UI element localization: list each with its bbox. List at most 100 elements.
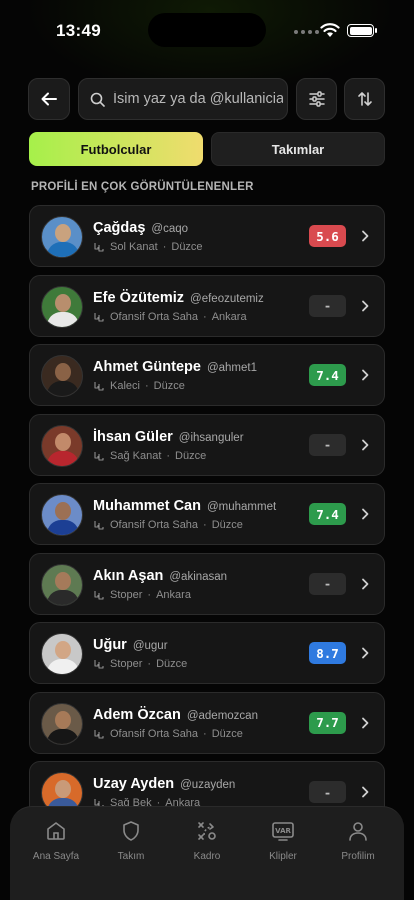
- status-time: 13:49: [56, 21, 101, 40]
- player-name-line: Muhammet Can @muhammet: [93, 498, 276, 514]
- chevron-right-icon: [362, 647, 369, 659]
- rating-badge: 8.7: [309, 642, 346, 664]
- rating-badge: -: [309, 433, 346, 456]
- var-screen-icon: VAR: [272, 822, 294, 841]
- chevron-right-icon: [362, 786, 369, 798]
- nav-item-profile[interactable]: Profilim: [320, 819, 396, 862]
- player-card[interactable]: Akın Aşan @akinasan Stoper · Ankara -: [29, 552, 385, 615]
- section-title: PROFİLİ EN ÇOK GÖRÜNTÜLENENLER: [31, 181, 254, 193]
- meta-separator: ·: [166, 449, 171, 462]
- player-name-line: Efe Özütemiz @efeozutemiz: [93, 290, 264, 306]
- player-card[interactable]: Ahmet Güntepe @ahmet1 Kaleci · Düzce 7.4: [29, 344, 385, 406]
- home-icon: [47, 822, 65, 840]
- player-position: Sol Kanat: [110, 241, 158, 253]
- player-name-line: Adem Özcan @ademozcan: [93, 707, 258, 723]
- nav-item-squad[interactable]: Kadro: [169, 819, 245, 862]
- player-card[interactable]: Muhammet Can @muhammet Ofansif Orta Saha…: [29, 483, 385, 545]
- meta-separator: ·: [203, 519, 207, 531]
- avatar: [41, 285, 83, 328]
- player-meta: Sol Kanat · Düzce: [93, 241, 203, 253]
- player-city: Ankara: [211, 310, 247, 323]
- avatar: [41, 216, 83, 258]
- player-meta: Stoper · Düzce: [93, 658, 187, 670]
- sliders-icon: [308, 91, 325, 107]
- avatar: [41, 355, 83, 397]
- player-city: Düzce: [175, 449, 207, 462]
- chevron-right-icon: [362, 230, 369, 242]
- player-handle: @efeozutemiz: [190, 292, 264, 305]
- back-button[interactable]: [28, 78, 70, 120]
- player-handle: @caqo: [151, 223, 189, 235]
- avatar: [41, 424, 83, 467]
- player-handle: @muhammet: [206, 501, 277, 513]
- chevron-right-icon: [362, 717, 369, 728]
- meta-separator: ·: [162, 241, 167, 253]
- player-city: Düzce: [211, 727, 243, 740]
- boots-icon: [94, 729, 104, 739]
- player-city: Düzce: [156, 658, 188, 670]
- shield-icon: [123, 821, 139, 841]
- meta-separator: ·: [144, 380, 149, 392]
- boots-icon: [94, 521, 104, 530]
- sort-button[interactable]: [344, 78, 385, 120]
- rating-badge: 7.4: [309, 503, 346, 525]
- player-card[interactable]: Çağdaş @caqo Sol Kanat · Düzce 5.6: [29, 205, 385, 267]
- chevron-right-icon: [362, 369, 369, 381]
- player-position: Ofansif Orta Saha: [110, 727, 199, 740]
- player-city: Düzce: [153, 380, 185, 392]
- player-city: Düzce: [171, 241, 203, 253]
- player-meta: Ofansif Orta Saha · Düzce: [93, 728, 243, 740]
- boots-icon: [94, 312, 104, 322]
- player-name: Uzay Ayden: [93, 776, 175, 792]
- player-handle: @ademozcan: [186, 709, 258, 722]
- nav-item-home[interactable]: Ana Sayfa: [18, 819, 94, 862]
- nav-label-profile: Profilim: [341, 851, 375, 862]
- player-name-line: Ahmet Güntepe @ahmet1: [93, 359, 257, 375]
- avatar: [41, 563, 83, 606]
- player-meta: Stoper · Ankara: [93, 589, 191, 601]
- sort-arrows-icon: [357, 92, 372, 106]
- player-card[interactable]: Efe Özütemiz @efeozutemiz Ofansif Orta S…: [29, 274, 385, 337]
- player-name: Uğur: [93, 637, 127, 653]
- search-box[interactable]: [78, 78, 288, 120]
- rating-badge: 7.4: [309, 364, 346, 386]
- search-input[interactable]: [113, 91, 283, 107]
- player-name-line: İhsan Güler @ihsanguler: [93, 429, 244, 445]
- player-name: Akın Aşan: [93, 567, 164, 584]
- rating-badge: -: [309, 781, 346, 803]
- avatar: [41, 702, 83, 745]
- meta-separator: ·: [203, 310, 207, 323]
- player-card[interactable]: Adem Özcan @ademozcan Ofansif Orta Saha …: [29, 691, 385, 754]
- player-meta: Sağ Kanat · Düzce: [93, 450, 206, 462]
- nav-item-team[interactable]: Takım: [93, 819, 169, 862]
- boots-icon: [94, 660, 104, 669]
- bottom-navigation: Ana Sayfa Takım Kadro VAR Klipler Profil…: [10, 806, 404, 900]
- boots-icon: [94, 382, 104, 391]
- player-position: Kaleci: [110, 380, 140, 392]
- rating-badge: 7.7: [309, 711, 346, 734]
- meta-separator: ·: [203, 727, 207, 740]
- nav-item-clips[interactable]: VAR Klipler: [245, 819, 321, 862]
- player-position: Ofansif Orta Saha: [110, 310, 199, 323]
- cellular-signal-icon: [294, 30, 319, 34]
- tab-teams[interactable]: Takımlar: [211, 132, 385, 166]
- player-name: Muhammet Can: [93, 498, 201, 514]
- user-icon: [349, 822, 367, 841]
- player-card[interactable]: Uğur @ugur Stoper · Düzce 8.7: [29, 622, 385, 684]
- screen: 13:49 Fut: [0, 0, 414, 900]
- player-name: Çağdaş: [93, 220, 146, 236]
- avatar: [41, 494, 83, 536]
- chevron-right-icon: [362, 578, 369, 589]
- tab-players[interactable]: Futbolcular: [29, 132, 203, 166]
- nav-label-home: Ana Sayfa: [32, 851, 80, 862]
- chevron-right-icon: [362, 439, 369, 450]
- player-city: Düzce: [211, 519, 243, 531]
- wifi-icon: [320, 23, 340, 37]
- rating-badge: 5.6: [309, 225, 346, 247]
- filter-button[interactable]: [296, 78, 337, 120]
- nav-label-clips: Klipler: [269, 851, 297, 862]
- rating-badge: -: [309, 294, 346, 317]
- player-name-line: Uzay Ayden @uzayden: [93, 776, 235, 792]
- player-card[interactable]: İhsan Güler @ihsanguler Sağ Kanat · Düzc…: [29, 413, 385, 476]
- rating-badge: -: [309, 572, 346, 595]
